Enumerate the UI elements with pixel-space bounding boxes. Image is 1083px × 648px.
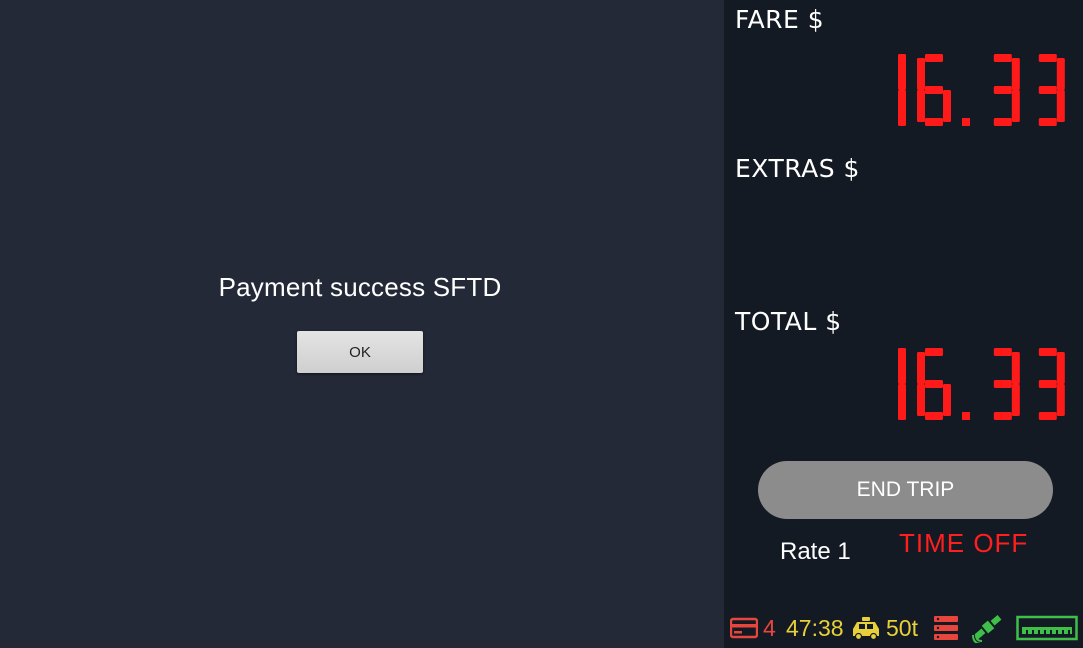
segment-a <box>994 348 1013 356</box>
ok-button[interactable]: OK <box>297 331 423 373</box>
segment-c <box>1057 384 1065 416</box>
segment-b <box>898 54 907 90</box>
server-icon <box>932 608 960 648</box>
fare-value-display <box>872 54 1065 130</box>
segment-c <box>1057 90 1065 122</box>
credit-card-icon <box>730 608 758 648</box>
taxi-icon <box>850 608 882 648</box>
end-trip-button[interactable]: END TRIP <box>758 461 1053 519</box>
extras-label: EXTRAS $ <box>735 154 860 183</box>
payment-dialog: Payment success SFTD OK <box>0 0 724 648</box>
segment-d <box>925 412 944 420</box>
decimal-point <box>962 118 971 126</box>
segment-c <box>943 90 952 122</box>
segment-a <box>1039 54 1058 62</box>
segment-d <box>994 118 1013 126</box>
segment-d <box>994 412 1013 420</box>
segment-g <box>925 380 944 388</box>
time-off-status[interactable]: TIME OFF <box>899 528 1028 559</box>
segment-e <box>917 384 926 416</box>
segment-d <box>1039 118 1058 126</box>
segment-a <box>925 348 944 356</box>
segment-f <box>917 58 926 90</box>
segment-a <box>925 54 944 62</box>
taxi-status: 50t <box>886 614 918 641</box>
total-value-display <box>872 348 1065 424</box>
segment-e <box>917 90 926 122</box>
segment-g <box>1039 380 1058 388</box>
segment-d <box>925 118 944 126</box>
segment-a <box>994 54 1013 62</box>
status-bar: 4 47:38 50t <box>724 608 1083 648</box>
fare-label: FARE $ <box>735 5 825 34</box>
segment-g <box>994 380 1013 388</box>
segment-g <box>925 86 944 94</box>
clock: 47:38 <box>786 614 844 641</box>
segment-a <box>1039 348 1058 356</box>
meter-panel: FARE $ EXTRAS $ TOTAL $ END TRIP Rate 1 … <box>724 0 1083 648</box>
segment-b <box>1057 352 1065 384</box>
dialog-message: Payment success SFTD <box>218 272 502 302</box>
segment-b <box>1012 58 1021 90</box>
segment-c <box>898 90 907 126</box>
seven-segment-digits <box>898 54 1065 126</box>
printer-icon <box>1016 608 1078 648</box>
total-label: TOTAL $ <box>735 307 842 336</box>
segment-c <box>1012 384 1021 416</box>
satellite-icon <box>972 608 1004 648</box>
segment-d <box>1039 412 1058 420</box>
decimal-point <box>962 412 971 420</box>
segment-b <box>1012 352 1021 384</box>
segment-f <box>917 352 926 384</box>
rate-label: Rate 1 <box>780 538 851 565</box>
segment-g <box>1039 86 1058 94</box>
segment-b <box>898 348 907 384</box>
seven-segment-digits <box>898 348 1065 420</box>
segment-c <box>1012 90 1021 122</box>
card-count: 4 <box>763 614 776 641</box>
segment-b <box>1057 58 1065 90</box>
segment-c <box>898 384 907 420</box>
segment-c <box>943 384 952 416</box>
segment-g <box>994 86 1013 94</box>
